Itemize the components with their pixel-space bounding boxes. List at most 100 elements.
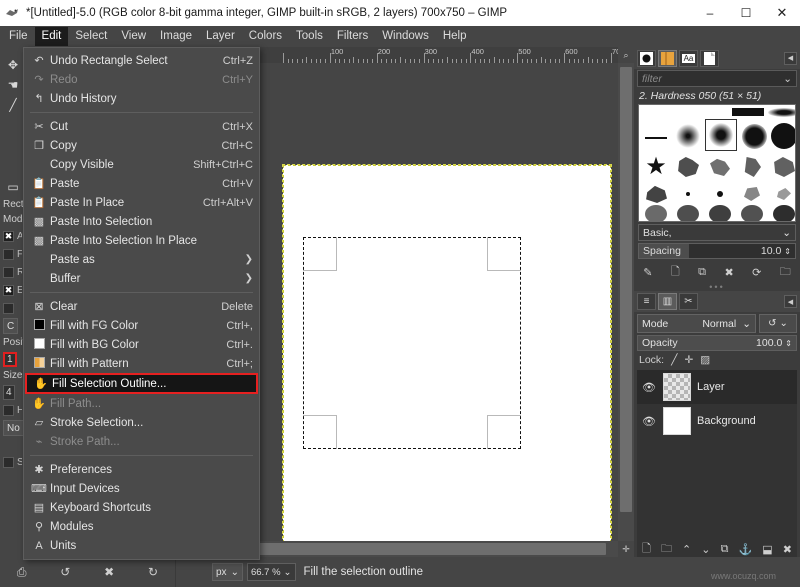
- menu-filters[interactable]: Filters: [330, 27, 375, 46]
- delete-brush-button[interactable]: ✖: [724, 266, 733, 279]
- brush-item-soft[interactable]: [673, 121, 703, 151]
- delete-tool-preset-button[interactable]: ✖: [104, 565, 114, 579]
- menu-colors[interactable]: Colors: [242, 27, 289, 46]
- brush-item-sparks-2[interactable]: [705, 183, 735, 205]
- fonts-tab-icon[interactable]: Aa: [679, 49, 698, 67]
- brush-item-texture-4[interactable]: [737, 203, 767, 221]
- restore-tool-preset-button[interactable]: ↺: [60, 565, 70, 579]
- menu-item-paste-into-selection-in-place[interactable]: ▩ Paste Into Selection In Place: [24, 231, 259, 250]
- antialiasing-checkbox[interactable]: ✖: [3, 230, 14, 242]
- vertical-scroll-thumb[interactable]: [620, 67, 632, 512]
- shrink-merged-checkbox[interactable]: [3, 456, 14, 468]
- chevron-down-icon[interactable]: ⌄: [742, 318, 751, 330]
- layer-opacity-slider[interactable]: Opacity 100.0 ⇕: [637, 335, 797, 351]
- brush-grid[interactable]: ★: [638, 104, 796, 222]
- chevron-down-icon[interactable]: ⌄: [783, 73, 792, 85]
- layer-visibility-eye-icon[interactable]: 👁: [641, 415, 657, 428]
- brush-item-hardness-025[interactable]: [643, 125, 669, 151]
- menu-select[interactable]: Select: [68, 27, 114, 46]
- menu-item-undo-rectangle-select[interactable]: ↶ Undo Rectangle Select Ctrl+Z: [24, 51, 259, 70]
- brush-item-grunge-2[interactable]: [705, 153, 735, 181]
- brush-item-texture-1[interactable]: [641, 203, 671, 221]
- save-tool-preset-button[interactable]: ⎙: [17, 565, 27, 580]
- brush-item-blur-bar[interactable]: [767, 105, 795, 119]
- layers-list[interactable]: 👁 Layer 👁 Background 🗋 🗀 ⌃ ⌄ ⧉ ⚓ ⬓ ✖: [637, 370, 797, 560]
- refresh-brushes-button[interactable]: ⟳: [752, 266, 761, 279]
- guides-select[interactable]: No: [3, 420, 24, 436]
- maximize-button[interactable]: ☐: [728, 0, 764, 26]
- layer-row-layer[interactable]: 👁 Layer: [637, 370, 797, 404]
- brush-filter-input[interactable]: filter ⌄: [637, 70, 797, 87]
- brush-item-hardness-050-selected[interactable]: [705, 119, 737, 151]
- unit-select[interactable]: px ⌄: [212, 563, 243, 581]
- highlight-checkbox[interactable]: [3, 404, 14, 416]
- selection-handle-top-right[interactable]: [487, 237, 521, 271]
- menu-item-preferences[interactable]: ✱ Preferences: [24, 460, 259, 479]
- fixed-aspect-row[interactable]: [0, 299, 25, 317]
- layer-row-background[interactable]: 👁 Background: [637, 404, 797, 438]
- reset-tool-options-button[interactable]: ↻: [148, 565, 158, 579]
- layer-name[interactable]: Layer: [697, 381, 725, 393]
- size-width-input[interactable]: 4: [3, 384, 15, 400]
- position-row[interactable]: 1: [0, 350, 25, 368]
- feather-edges-checkbox[interactable]: [3, 248, 14, 260]
- zoom-select[interactable]: 66.7 % ⌄: [246, 563, 296, 581]
- brush-item-sparks-1[interactable]: [673, 183, 703, 205]
- brush-item-texture-2[interactable]: [673, 203, 703, 221]
- menu-item-fill-with-bg-color[interactable]: Fill with BG Color Ctrl+.: [24, 335, 259, 354]
- edit-brush-button[interactable]: ✎: [643, 266, 652, 279]
- lock-alpha-toggle[interactable]: ▨: [700, 354, 710, 366]
- new-layer-group-button[interactable]: 🗀: [661, 540, 672, 559]
- menu-item-buffer[interactable]: Buffer ❯: [24, 269, 259, 288]
- chevron-down-icon[interactable]: ⌄: [780, 318, 788, 329]
- feather-edges-row[interactable]: Fe: [0, 245, 25, 263]
- minimize-button[interactable]: –: [692, 0, 728, 26]
- menu-item-input-devices[interactable]: ⌨ Input Devices: [24, 479, 259, 498]
- menu-item-fill-with-pattern[interactable]: Fill with Pattern Ctrl+;: [24, 354, 259, 373]
- chevron-down-icon[interactable]: ⌄: [231, 567, 239, 578]
- menu-item-fill-with-fg-color[interactable]: Fill with FG Color Ctrl+,: [24, 316, 259, 335]
- brush-item-grunge-4[interactable]: [769, 153, 795, 181]
- merge-down-button[interactable]: ⬓: [762, 543, 772, 556]
- menu-item-paste-as[interactable]: Paste as ❯: [24, 250, 259, 269]
- opacity-stepper-icon[interactable]: ⇕: [785, 339, 792, 348]
- anchor-layer-button[interactable]: ⚓: [739, 543, 753, 556]
- brushes-dock-menu-button[interactable]: ◀: [784, 51, 797, 65]
- raise-layer-button[interactable]: ⌃: [682, 543, 691, 556]
- dock-resize-grip[interactable]: •••: [634, 282, 800, 292]
- menu-item-stroke-selection[interactable]: ▱ Stroke Selection...: [24, 413, 259, 432]
- layers-dock-menu-button[interactable]: ◀: [784, 295, 797, 308]
- brush-spacing-slider[interactable]: Spacing 10.0 ⇕: [638, 243, 796, 259]
- delete-layer-button[interactable]: ✖: [783, 543, 792, 556]
- opacity-value[interactable]: 100.0: [756, 337, 782, 349]
- close-button[interactable]: ✕: [764, 0, 800, 26]
- layers-tab-icon[interactable]: ≡: [637, 293, 656, 310]
- brush-item-sparks-4[interactable]: [769, 183, 795, 205]
- menu-windows[interactable]: Windows: [375, 27, 436, 46]
- highlight-row[interactable]: H: [0, 401, 25, 419]
- brush-item-hardness-075[interactable]: [739, 121, 769, 151]
- selection-handle-bottom-left[interactable]: [303, 415, 337, 449]
- documents-tab-icon[interactable]: [700, 49, 719, 67]
- rounded-corners-checkbox[interactable]: [3, 266, 14, 278]
- brush-item-texture-5[interactable]: [769, 203, 795, 221]
- menu-file[interactable]: File: [2, 27, 35, 46]
- menu-tools[interactable]: Tools: [289, 27, 330, 46]
- menu-item-paste-into-selection[interactable]: ▩ Paste Into Selection: [24, 212, 259, 231]
- layer-mode-reverse-button[interactable]: ↺ ⌄: [759, 314, 797, 333]
- selection-marching-ants[interactable]: [303, 237, 521, 449]
- selection-handle-bottom-right[interactable]: [487, 415, 521, 449]
- image-canvas[interactable]: [282, 164, 612, 541]
- layer-mode-select[interactable]: Mode Normal ⌄: [637, 314, 756, 333]
- duplicate-layer-button[interactable]: ⧉: [721, 543, 729, 556]
- menu-help[interactable]: Help: [436, 27, 474, 46]
- constraint-row[interactable]: C: [0, 317, 25, 335]
- lock-position-toggle[interactable]: ✛: [684, 354, 693, 366]
- brushes-tab-icon[interactable]: [637, 49, 656, 67]
- menu-item-paste-in-place[interactable]: 📋 Paste In Place Ctrl+Alt+V: [24, 193, 259, 212]
- lower-layer-button[interactable]: ⌄: [701, 543, 710, 556]
- layer-visibility-eye-icon[interactable]: 👁: [641, 381, 657, 394]
- menu-view[interactable]: View: [114, 27, 153, 46]
- lock-pixels-toggle[interactable]: ╱: [671, 354, 677, 366]
- open-brush-folder-button[interactable]: 🗀: [780, 263, 791, 282]
